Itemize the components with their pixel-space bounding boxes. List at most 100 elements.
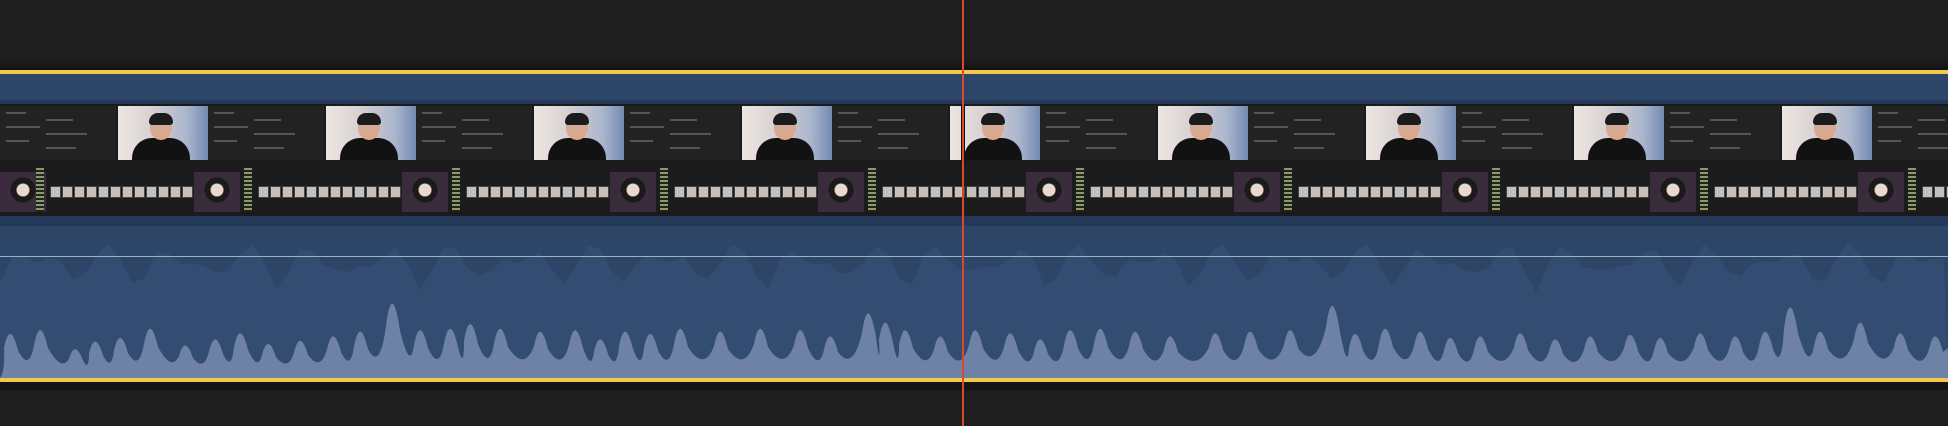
- filmstrip-mini-thumbnail: [270, 186, 281, 198]
- filmstrip-mini-thumbnail: [1126, 186, 1137, 198]
- filmstrip-mini-thumbnail: [1222, 186, 1233, 198]
- filmstrip-ui-frame: [1456, 106, 1572, 160]
- filmstrip-mini-thumbnail: [134, 186, 145, 198]
- filmstrip-subclip: [1026, 172, 1072, 212]
- filmstrip-mini-thumbnail: [74, 186, 85, 198]
- filmstrip-mini-thumbnail: [782, 186, 793, 198]
- filmstrip-mini-thumbnail: [98, 186, 109, 198]
- filmstrip-mini-thumbnail: [882, 186, 893, 198]
- filmstrip-mini-thumbnail: [550, 186, 561, 198]
- filmstrip-mini-thumbnail: [586, 186, 597, 198]
- filmstrip-meter: [1908, 168, 1916, 212]
- filmstrip-mini-thumbnail: [1774, 186, 1785, 198]
- filmstrip-mini-thumbnail: [1518, 186, 1529, 198]
- filmstrip-mini-thumbnail: [674, 186, 685, 198]
- filmstrip-mini-thumbnail: [514, 186, 525, 198]
- filmstrip-mini-thumbnail: [906, 186, 917, 198]
- filmstrip-mini-thumbnail: [1138, 186, 1149, 198]
- filmstrip-thumbnail: [1366, 106, 1458, 160]
- filmstrip-mini-thumbnail: [1002, 186, 1013, 198]
- filmstrip-meter: [868, 168, 876, 212]
- filmstrip-mini-thumbnail: [146, 186, 157, 198]
- filmstrip-mini-thumbnail: [1614, 186, 1625, 198]
- filmstrip-mini-thumbnail: [930, 186, 941, 198]
- timeline-empty-area-bottom: [0, 390, 1948, 426]
- filmstrip-mini-thumbnail: [1090, 186, 1101, 198]
- filmstrip-mini-thumbnail: [1566, 186, 1577, 198]
- filmstrip-mini-thumbnail: [1346, 186, 1357, 198]
- filmstrip-thumbnail: [1158, 106, 1250, 160]
- filmstrip-mini-thumbnail: [110, 186, 121, 198]
- filmstrip-mini-thumbnail: [1210, 186, 1221, 198]
- filmstrip-subclip: [1650, 172, 1696, 212]
- filmstrip-mini-thumbnail: [1334, 186, 1345, 198]
- filmstrip-mini-thumbnail: [1310, 186, 1321, 198]
- filmstrip-mini-thumbnail: [1186, 186, 1197, 198]
- filmstrip-mini-thumbnail: [50, 186, 61, 198]
- filmstrip-mini-thumbnail: [306, 186, 317, 198]
- filmstrip-mini-thumbnail: [1822, 186, 1833, 198]
- filmstrip-subclip: [1858, 172, 1904, 212]
- filmstrip-mini-thumbnail: [170, 186, 181, 198]
- filmstrip-mini-thumbnail: [1922, 186, 1933, 198]
- filmstrip-mini-thumbnail: [758, 186, 769, 198]
- filmstrip-subclip: [1234, 172, 1280, 212]
- volume-level-line[interactable]: [0, 256, 1948, 257]
- filmstrip-mini-thumbnail: [734, 186, 745, 198]
- filmstrip-mini-thumbnail: [1626, 186, 1637, 198]
- filmstrip-mini-thumbnail: [490, 186, 501, 198]
- filmstrip-mini-thumbnail: [710, 186, 721, 198]
- filmstrip-mini-thumbnail: [1102, 186, 1113, 198]
- filmstrip-subclip: [402, 172, 448, 212]
- filmstrip-ui-frame: [832, 106, 948, 160]
- filmstrip-mini-thumbnail: [1150, 186, 1161, 198]
- filmstrip-mini-thumbnail: [966, 186, 977, 198]
- filmstrip-meter: [1700, 168, 1708, 212]
- filmstrip-mini-thumbnail: [1714, 186, 1725, 198]
- filmstrip-mini-thumbnail: [378, 186, 389, 198]
- filmstrip-mini-thumbnail: [1750, 186, 1761, 198]
- filmstrip-ui-frame: [1664, 106, 1780, 160]
- filmstrip-mini-thumbnail: [122, 186, 133, 198]
- filmstrip-mini-thumbnail: [1114, 186, 1125, 198]
- filmstrip-mini-thumbnail: [1934, 186, 1945, 198]
- filmstrip-mini-thumbnail: [686, 186, 697, 198]
- filmstrip-thumbnails-row: [0, 104, 1948, 162]
- filmstrip-ui-frame: [1248, 106, 1364, 160]
- filmstrip-mini-thumbnail: [1406, 186, 1417, 198]
- filmstrip-mini-thumbnail: [1590, 186, 1601, 198]
- audio-waveform-track[interactable]: [0, 216, 1948, 378]
- filmstrip-ui-frame: [1872, 106, 1948, 160]
- filmstrip-mini-thumbnail: [1578, 186, 1589, 198]
- filmstrip-mini-thumbnail: [978, 186, 989, 198]
- timeline-divider: [0, 60, 1948, 70]
- filmstrip-subclip: [610, 172, 656, 212]
- filmstrip-meter: [36, 168, 44, 212]
- filmstrip-meter: [1076, 168, 1084, 212]
- filmstrip-mini-thumbnail: [466, 186, 477, 198]
- filmstrip-mini-thumbnail: [1846, 186, 1857, 198]
- filmstrip-mini-thumbnail: [62, 186, 73, 198]
- filmstrip-mini-thumbnail: [1322, 186, 1333, 198]
- filmstrip-mini-thumbnail: [1394, 186, 1405, 198]
- filmstrip-mini-thumbnail: [1798, 186, 1809, 198]
- filmstrip-mini-thumbnail: [502, 186, 513, 198]
- filmstrip-thumbnail: [1782, 106, 1874, 160]
- filmstrip-mini-thumbnail: [538, 186, 549, 198]
- clip-title-bar[interactable]: [0, 74, 1948, 100]
- filmstrip-mini-thumbnail: [330, 186, 341, 198]
- filmstrip-mini-thumbnail: [806, 186, 817, 198]
- timeline[interactable]: [0, 0, 1948, 426]
- filmstrip-meter: [1284, 168, 1292, 212]
- filmstrip-mini-thumbnail: [598, 186, 609, 198]
- filmstrip-mini-thumbnail: [1014, 186, 1025, 198]
- filmstrip-meter: [244, 168, 252, 212]
- filmstrip-mini-thumbnail: [1430, 186, 1441, 198]
- filmstrip-ui-frame: [208, 106, 324, 160]
- filmstrip-meter: [1492, 168, 1500, 212]
- filmstrip-mini-thumbnail: [354, 186, 365, 198]
- filmstrip-mini-thumbnail: [1834, 186, 1845, 198]
- filmstrip-thumbnail: [742, 106, 834, 160]
- filmstrip-mini-thumbnail: [990, 186, 1001, 198]
- playhead[interactable]: [962, 0, 964, 426]
